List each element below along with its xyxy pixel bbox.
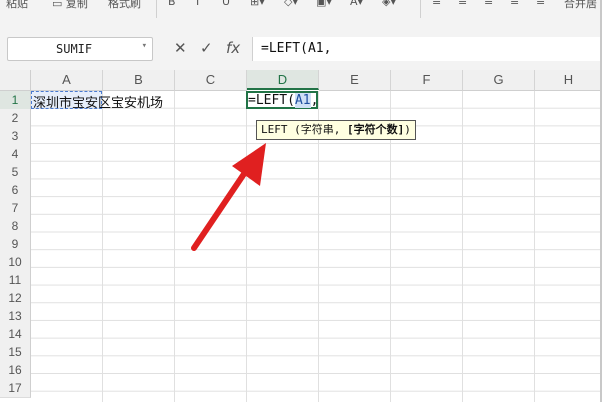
red-arrow-annotation — [191, 143, 266, 251]
